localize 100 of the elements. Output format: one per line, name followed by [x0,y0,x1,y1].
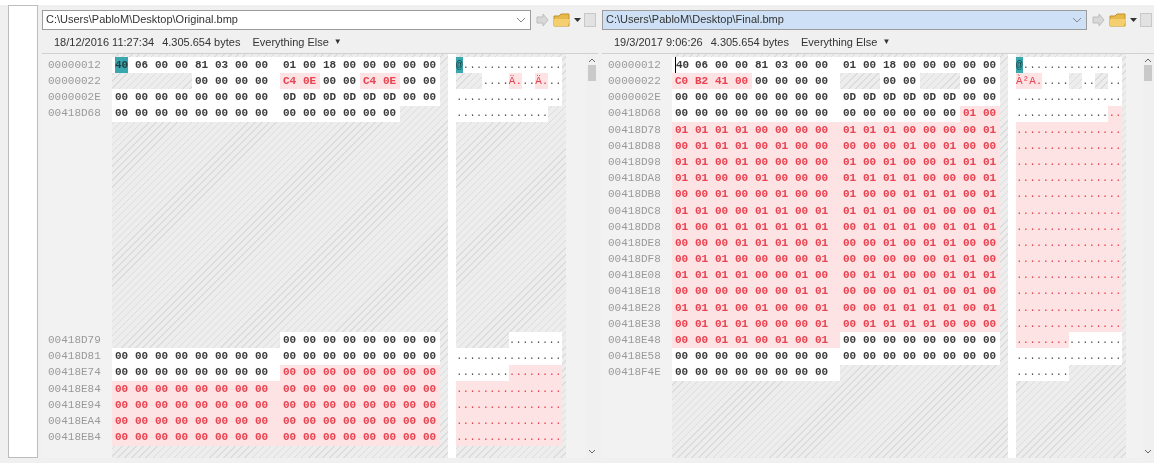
hex-byte: 00 [692,89,712,106]
hex-byte: 00 [980,89,1000,106]
hex-byte: 0D [940,89,960,106]
path-field[interactable]: C:\Users\PabloM\Desktop\Original.bmp [42,9,531,30]
hex-byte: 00 [920,332,940,349]
hex-byte: 00 [860,251,880,268]
hex-byte: 00 [772,348,792,365]
hex-byte: 01 [960,154,980,171]
caret-down-icon[interactable] [1130,17,1137,22]
ascii-text: .. [1082,73,1096,90]
caret-down-icon[interactable] [574,17,581,22]
hex-byte: 00 [232,348,252,365]
hex-byte: 00 [792,154,812,171]
arrow-icon[interactable] [534,11,550,28]
hex-byte: 00 [132,429,152,446]
hex-byte: 01 [752,235,772,252]
hex-byte: 00 [400,429,420,446]
hex-byte: 03 [772,57,792,74]
hex-byte: 00 [420,57,440,74]
hex-byte: 00 [360,348,380,365]
scrollbar-thumb[interactable] [588,65,596,81]
hex-byte: 00 [980,332,1000,349]
hex-byte: 00 [320,413,340,430]
hex-byte: 01 [980,170,1000,187]
hex-byte: 01 [812,251,840,268]
hex-byte: 00 [860,154,880,171]
hex-byte: 00 [212,413,232,430]
offset-label: 00418E28 [607,300,662,316]
ascii-text: ........ [1068,332,1122,349]
offset-label: 00000022 [607,74,662,90]
hex-byte: 00 [960,235,980,252]
chevron-down-icon[interactable] [588,449,596,454]
offset-label: 00000012 [47,57,102,73]
hex-byte: 00 [772,154,792,171]
format-dropdown[interactable]: Everything Else ▼ [252,33,342,51]
hex-byte: 40 [112,57,132,74]
hex-byte: 01 [840,170,860,187]
hex-byte: 00 [420,429,440,446]
hex-byte: 00 [172,57,192,74]
hex-byte: 01 [732,154,752,171]
hex-byte: 00 [812,170,840,187]
hex-byte: 00 [940,316,960,333]
hex-byte: 00 [840,267,860,284]
offset-label: 00418EB4 [47,430,102,446]
hex-byte: 00 [980,316,1000,333]
hex-byte: 01 [880,316,900,333]
hex-byte: 00 [772,73,792,90]
hex-byte: 01 [732,332,752,349]
arrow-icon[interactable] [1090,11,1106,28]
offset-label: 00418D78 [607,122,662,138]
chevron-up-icon[interactable] [1144,58,1152,63]
hex-byte: 00 [192,429,212,446]
offset-label: 00418D68 [607,106,662,122]
file-timestamp: 19/3/2017 9:06:26 [614,34,703,50]
hex-byte: 00 [252,413,280,430]
hex-byte: 00 [252,89,280,106]
hex-byte: 00 [192,73,212,90]
hex-byte: 00 [360,429,380,446]
ascii-text: ................ [456,429,562,446]
hex-byte: 00 [732,89,752,106]
format-dropdown[interactable]: Everything Else ▼ [801,33,891,51]
hex-byte: 00 [712,57,732,74]
hex-byte: 00 [772,251,792,268]
hex-byte: 01 [280,57,300,74]
chevron-up-icon[interactable] [588,58,596,63]
hex-byte: 00 [840,235,860,252]
hex-byte: 00 [420,413,440,430]
ascii-text: .... [1042,73,1069,90]
hex-byte: 03 [212,57,232,74]
hex-byte: 01 [812,316,840,333]
hex-byte: 00 [360,57,380,74]
hex-byte: 00 [940,348,960,365]
hex-byte: 00 [672,332,692,349]
hex-byte: 00 [420,89,440,106]
scrollbar-thumb[interactable] [1144,65,1152,81]
hex-byte: 00 [320,73,340,90]
hex-byte: 01 [940,251,960,268]
offset-label: 00418E38 [607,316,662,332]
hex-byte: 01 [712,332,732,349]
hex-byte: 01 [900,316,920,333]
chevron-down-icon[interactable] [516,16,526,23]
chevron-down-icon[interactable] [1144,449,1152,454]
ascii-text: À²A. [1016,73,1043,90]
hex-byte: 00 [960,89,980,106]
hex-byte: 00 [792,235,812,252]
hex-byte: 00 [672,235,692,252]
hex-byte: 00 [840,251,860,268]
ascii-text: .. [548,73,562,90]
hex-byte: 00 [752,251,772,268]
path-field[interactable]: C:\Users\PabloM\Desktop\Final.bmp [602,9,1087,30]
hex-byte: 01 [772,235,792,252]
hex-byte: 00 [900,348,920,365]
offset-label: 00418F4E [607,365,662,381]
hex-byte: 00 [280,429,300,446]
hex-byte: 00 [812,89,840,106]
hex-byte: 00 [900,73,920,90]
hex-byte: 06 [132,57,152,74]
hex-byte: 0D [860,89,880,106]
file-size: 4.305.654 bytes [162,34,241,50]
chevron-down-icon[interactable] [1072,16,1082,23]
